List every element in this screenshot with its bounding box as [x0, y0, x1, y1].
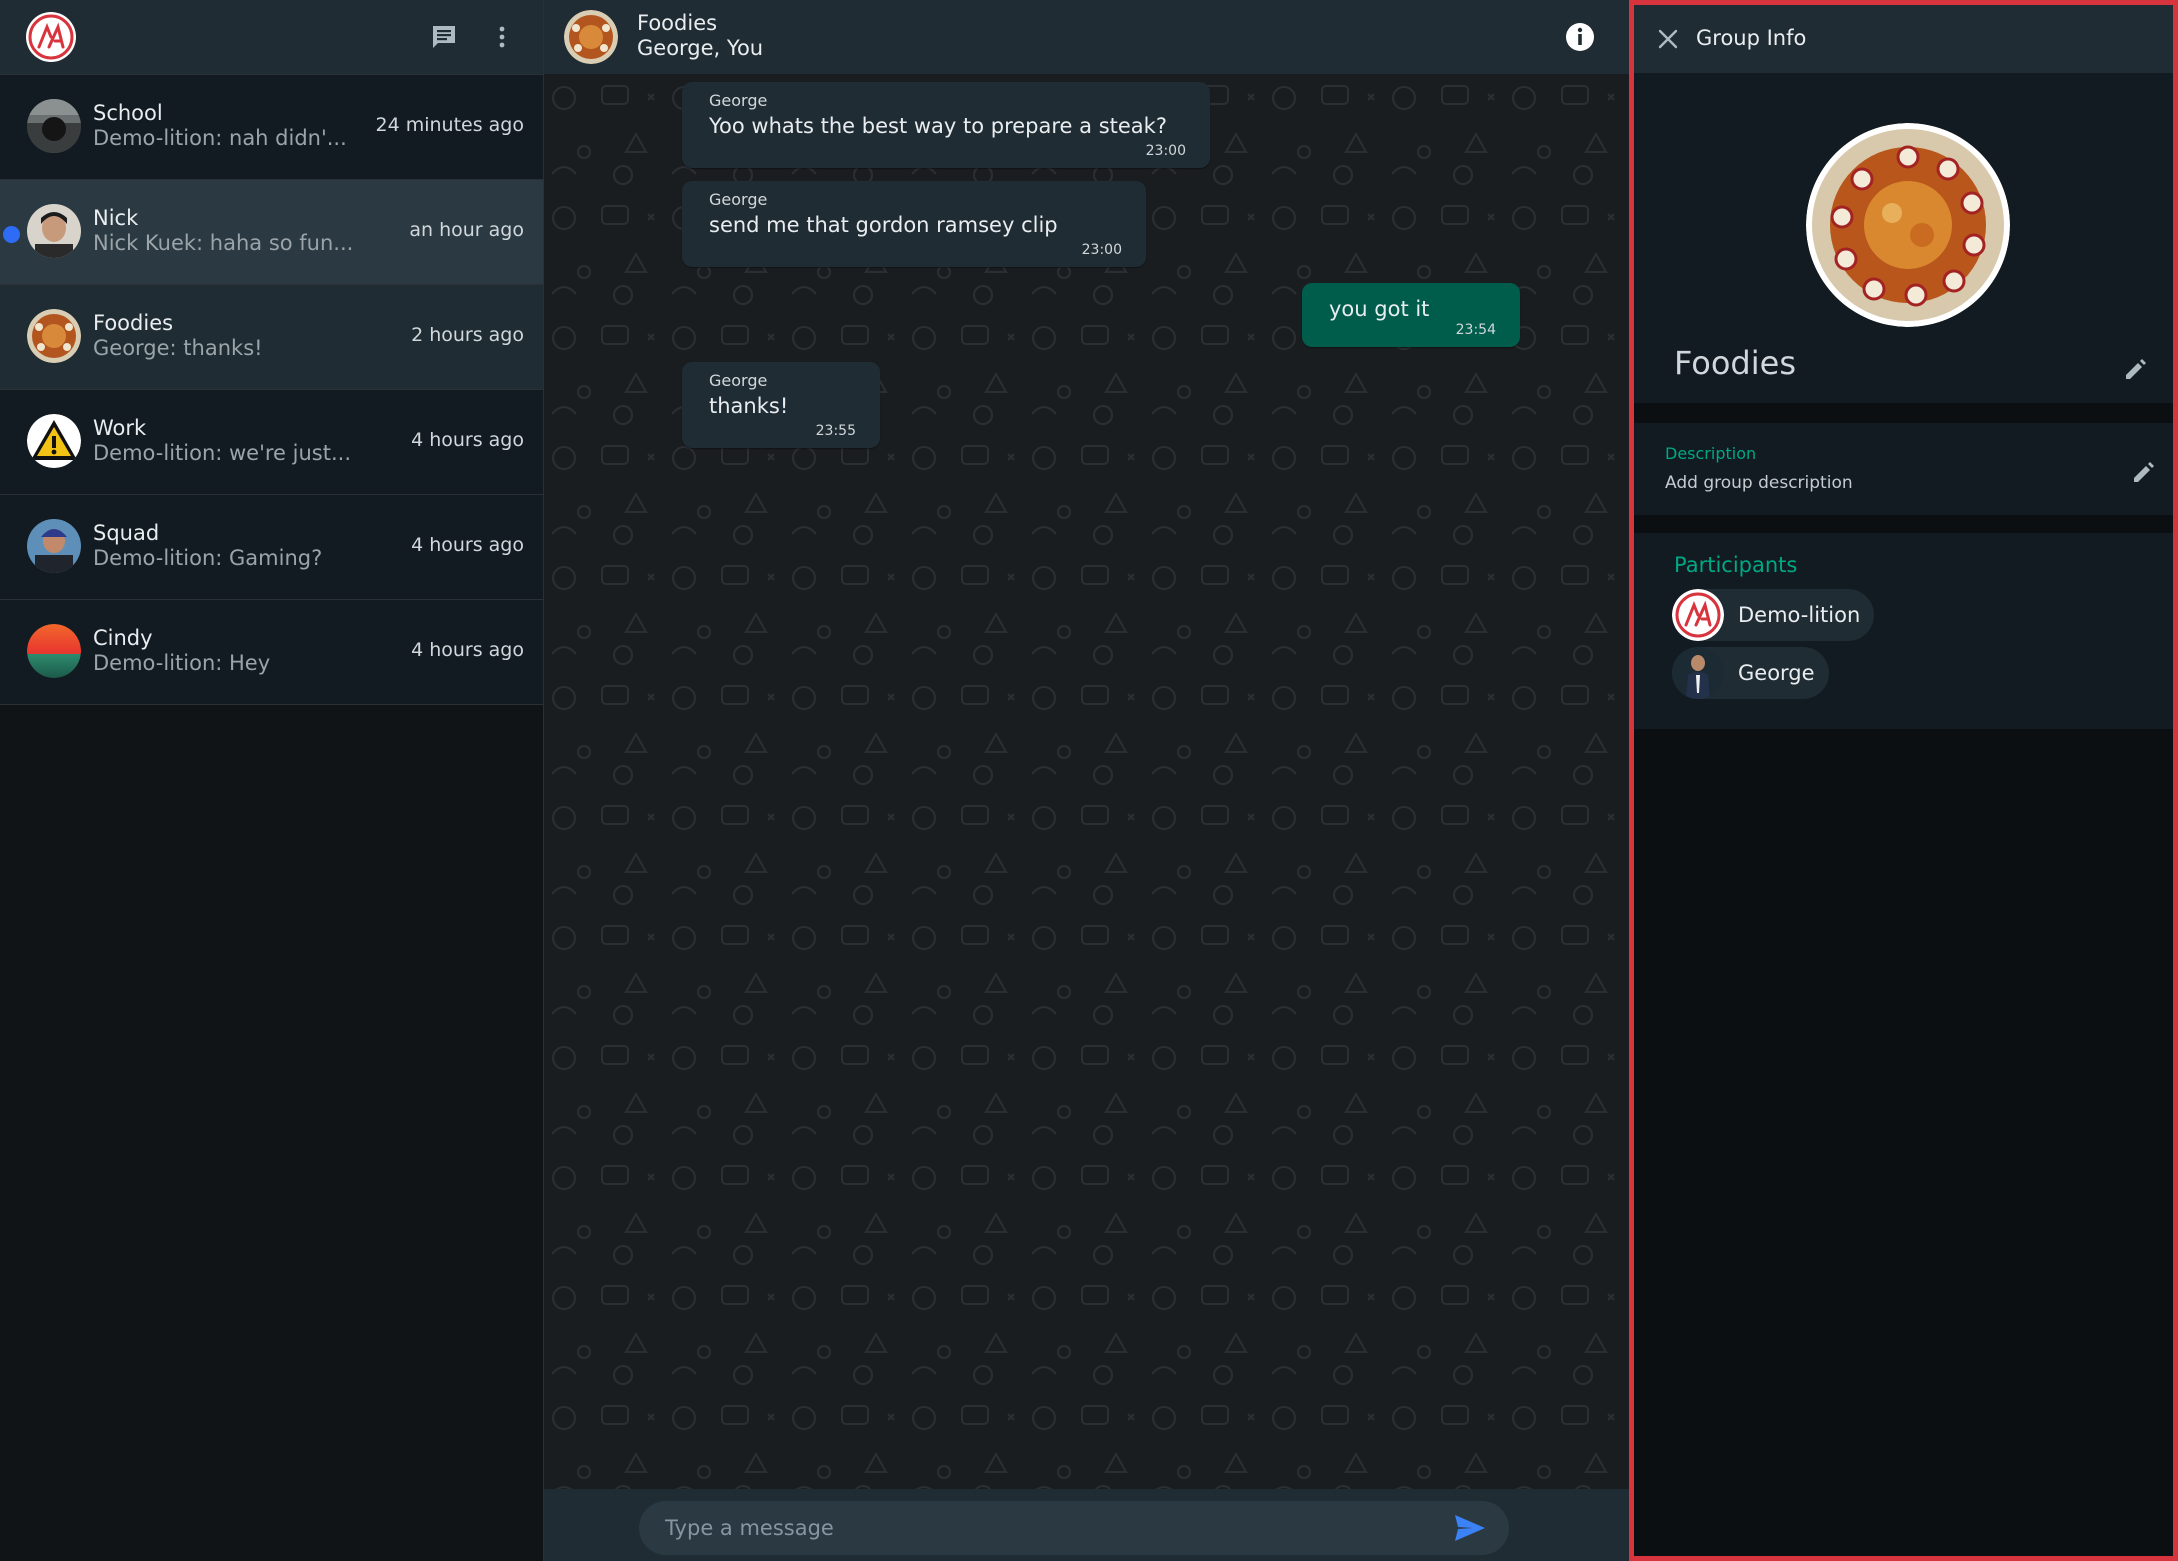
conversation-title: Foodies: [637, 11, 718, 35]
squad-avatar: [27, 519, 81, 573]
participant-chip[interactable]: Demo-lition: [1672, 589, 1875, 641]
message-time: 23:00: [1145, 143, 1186, 159]
group-info-title: Group Info: [1696, 26, 1807, 50]
chat-name: Nick: [93, 206, 139, 230]
conversation-members: George, You: [637, 36, 764, 60]
chat-name: School: [93, 101, 163, 125]
chat-preview: Demo-lition: Hey: [93, 651, 271, 675]
chat-sidebar: School Demo-lition: nah didn'... 24 minu…: [0, 0, 544, 1561]
group-name: Foodies: [1674, 344, 1796, 382]
group-photo[interactable]: [1806, 123, 2010, 327]
foodies-avatar: [27, 309, 81, 363]
chat-item-school[interactable]: School Demo-lition: nah didn'... 24 minu…: [0, 75, 543, 180]
menu-icon[interactable]: [487, 22, 517, 52]
school-avatar: [27, 99, 81, 153]
message-time: 23:54: [1455, 322, 1496, 338]
chat-item-foodies[interactable]: Foodies George: thanks! 2 hours ago: [0, 285, 543, 390]
chat-list: School Demo-lition: nah didn'... 24 minu…: [0, 75, 543, 705]
chat-time: 4 hours ago: [411, 639, 524, 661]
group-avatar[interactable]: [564, 10, 618, 64]
participant-chip[interactable]: George: [1672, 647, 1829, 699]
new-chat-icon[interactable]: [429, 22, 459, 52]
message-time: 23:55: [815, 423, 856, 439]
participant-name: George: [1738, 661, 1815, 685]
message-bubble[interactable]: George send me that gordon ramsey clip 2…: [682, 181, 1146, 267]
chat-name: Cindy: [93, 626, 153, 650]
message-input[interactable]: [639, 1501, 1509, 1555]
chat-preview: Nick Kuek: haha so fun...: [93, 231, 354, 255]
edit-description-icon[interactable]: [2131, 459, 2157, 485]
conversation-panel: Foodies George, You George Yoo whats the…: [544, 0, 1630, 1561]
nick-avatar: [27, 204, 81, 258]
chat-time: 4 hours ago: [411, 429, 524, 451]
message-text: Yoo whats the best way to prepare a stea…: [709, 114, 1167, 138]
chat-item-squad[interactable]: Squad Demo-lition: Gaming? 4 hours ago: [0, 495, 543, 600]
demo-lition-avatar: [1672, 589, 1724, 641]
message-area[interactable]: George Yoo whats the best way to prepare…: [544, 74, 1630, 1489]
chat-time: 4 hours ago: [411, 534, 524, 556]
message-sender: George: [709, 91, 768, 110]
close-icon[interactable]: [1656, 27, 1680, 51]
group-info-header: Group Info: [1634, 5, 2173, 73]
conversation-header[interactable]: Foodies George, You: [544, 0, 1630, 74]
chat-time: 2 hours ago: [411, 324, 524, 346]
message-text: you got it: [1329, 297, 1430, 321]
chat-time: an hour ago: [409, 219, 524, 241]
group-profile-section: Foodies: [1634, 73, 2173, 403]
chat-name: Foodies: [93, 311, 174, 335]
chat-preview: Demo-lition: Gaming?: [93, 546, 323, 570]
chat-preview: Demo-lition: nah didn'...: [93, 126, 347, 150]
george-avatar: [1672, 647, 1724, 699]
chat-preview: George: thanks!: [93, 336, 263, 360]
description-label: Description: [1665, 444, 1757, 463]
chat-name: Work: [93, 416, 147, 440]
sidebar-header: [0, 0, 543, 75]
chat-item-nick[interactable]: Nick Nick Kuek: haha so fun... an hour a…: [0, 180, 543, 285]
participants-section: Participants Demo-lition George: [1634, 533, 2173, 729]
message-bubble-outgoing[interactable]: you got it 23:54: [1302, 283, 1520, 347]
message-text: thanks!: [709, 394, 789, 418]
app-logo-icon[interactable]: [25, 11, 77, 63]
description-input[interactable]: Add group description: [1665, 473, 1853, 493]
unread-indicator: [3, 226, 20, 243]
chat-item-cindy[interactable]: Cindy Demo-lition: Hey 4 hours ago: [0, 600, 543, 705]
group-info-panel: Group Info Foodies Description Add group…: [1629, 0, 2178, 1561]
message-bubble[interactable]: George Yoo whats the best way to prepare…: [682, 82, 1210, 168]
message-sender: George: [709, 371, 768, 390]
participants-label: Participants: [1674, 553, 1798, 577]
message-composer: [544, 1489, 1630, 1561]
message-text: send me that gordon ramsey clip: [709, 213, 1058, 237]
description-section: Description Add group description: [1634, 423, 2173, 515]
send-icon[interactable]: [1453, 1513, 1487, 1543]
participant-name: Demo-lition: [1738, 603, 1861, 627]
info-icon[interactable]: [1564, 21, 1596, 53]
chat-name: Squad: [93, 521, 160, 545]
chat-preview: Demo-lition: we're just...: [93, 441, 351, 465]
chat-item-work[interactable]: Work Demo-lition: we're just... 4 hours …: [0, 390, 543, 495]
work-avatar: [27, 414, 81, 468]
message-time: 23:00: [1081, 242, 1122, 258]
chat-time: 24 minutes ago: [375, 114, 525, 136]
cindy-avatar: [27, 624, 81, 678]
message-sender: George: [709, 190, 768, 209]
edit-name-icon[interactable]: [2123, 356, 2149, 382]
message-bubble[interactable]: George thanks! 23:55: [682, 362, 880, 448]
